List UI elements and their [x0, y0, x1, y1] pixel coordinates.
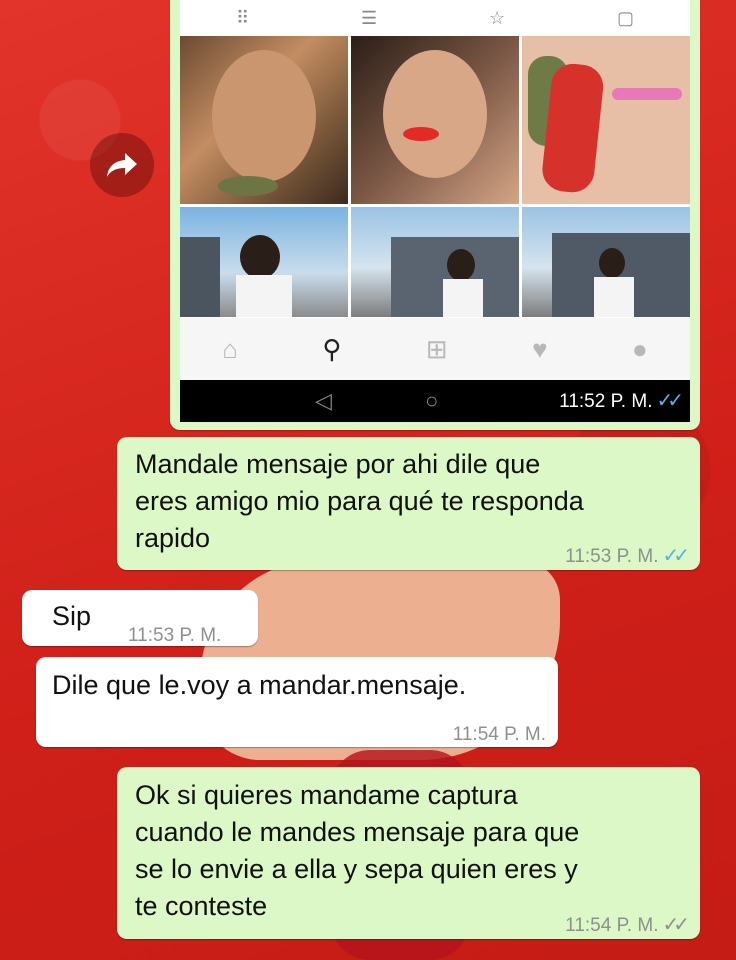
- delivered-receipt-icon: ✓✓: [662, 914, 689, 936]
- home-circle-icon: ○: [425, 388, 439, 413]
- grid-view-icon: ⠿: [235, 7, 250, 28]
- image-message-meta: 11:52 P. M. ✓✓: [559, 388, 684, 413]
- portrait-image: [212, 50, 316, 196]
- message-meta: 11:53 P. M. ✓✓: [565, 538, 690, 575]
- read-receipt-icon: ✓✓: [656, 390, 683, 412]
- list-view-icon: ☰: [361, 7, 378, 28]
- message-time: 11:52 P. M.: [559, 391, 653, 412]
- incoming-message[interactable]: Dile que le.voy a mandar.mensaje. 11:54 …: [36, 657, 558, 747]
- forward-arrow-icon: [107, 153, 137, 177]
- photo-tile[interactable]: [180, 36, 348, 204]
- incoming-message[interactable]: Sip 11:53 P. M.: [22, 590, 258, 646]
- message-time: 11:54 P. M.: [565, 915, 659, 936]
- forward-button[interactable]: [90, 133, 154, 197]
- back-icon: ◁: [315, 388, 332, 413]
- photo-tile[interactable]: [351, 36, 519, 204]
- photo-grid: [180, 36, 690, 317]
- photo-tile[interactable]: [522, 207, 690, 317]
- swatch-image: [528, 56, 682, 193]
- message-text: Ok si quieres mandame captura cuando le …: [135, 780, 580, 921]
- message-text: Sip: [52, 601, 92, 631]
- message-meta: 11:54 P. M.: [453, 716, 546, 753]
- outgoing-message[interactable]: Mandale mensaje por ahi dile que eres am…: [117, 437, 700, 570]
- message-text: Dile que le.voy a mandar.mensaje.: [52, 670, 467, 700]
- heart-icon: ♥: [532, 333, 548, 364]
- add-icon: ⊞: [425, 333, 448, 364]
- instagram-bottom-nav: ⌂ ⚲ ⊞ ♥ ●: [180, 318, 690, 380]
- message-text: Mandale mensaje por ahi dile que eres am…: [135, 449, 584, 553]
- saved-icon: ▢: [617, 7, 635, 28]
- image-message[interactable]: ⠿ ☰ ☆ ▢ ⌂ ⚲ ⊞ ♥ ● ◁ ○ 11:52 P. M. ✓✓: [170, 0, 700, 430]
- message-meta: 11:54 P. M. ✓✓: [565, 907, 690, 944]
- street-photo-image: [552, 233, 690, 317]
- street-photo-image: [391, 237, 519, 317]
- home-icon: ⌂: [222, 333, 238, 364]
- photo-tile[interactable]: [522, 36, 690, 204]
- read-receipt-icon: ✓✓: [662, 545, 689, 567]
- portrait-image: [383, 50, 487, 178]
- shared-screenshot[interactable]: ⠿ ☰ ☆ ▢ ⌂ ⚲ ⊞ ♥ ● ◁ ○: [180, 0, 690, 422]
- tagged-icon: ☆: [489, 7, 506, 28]
- street-photo-image: [180, 235, 292, 317]
- photo-tile[interactable]: [351, 207, 519, 317]
- profile-icon: ●: [632, 333, 648, 364]
- photo-tile[interactable]: [180, 207, 348, 317]
- message-meta: 11:53 P. M.: [128, 617, 221, 654]
- message-time: 11:53 P. M.: [565, 546, 659, 567]
- search-icon: ⚲: [322, 333, 342, 364]
- outgoing-message[interactable]: Ok si quieres mandame captura cuando le …: [117, 767, 700, 939]
- instagram-tab-bar: ⠿ ☰ ☆ ▢: [180, 0, 690, 37]
- message-time: 11:53 P. M.: [128, 625, 222, 646]
- message-time: 11:54 P. M.: [452, 724, 546, 745]
